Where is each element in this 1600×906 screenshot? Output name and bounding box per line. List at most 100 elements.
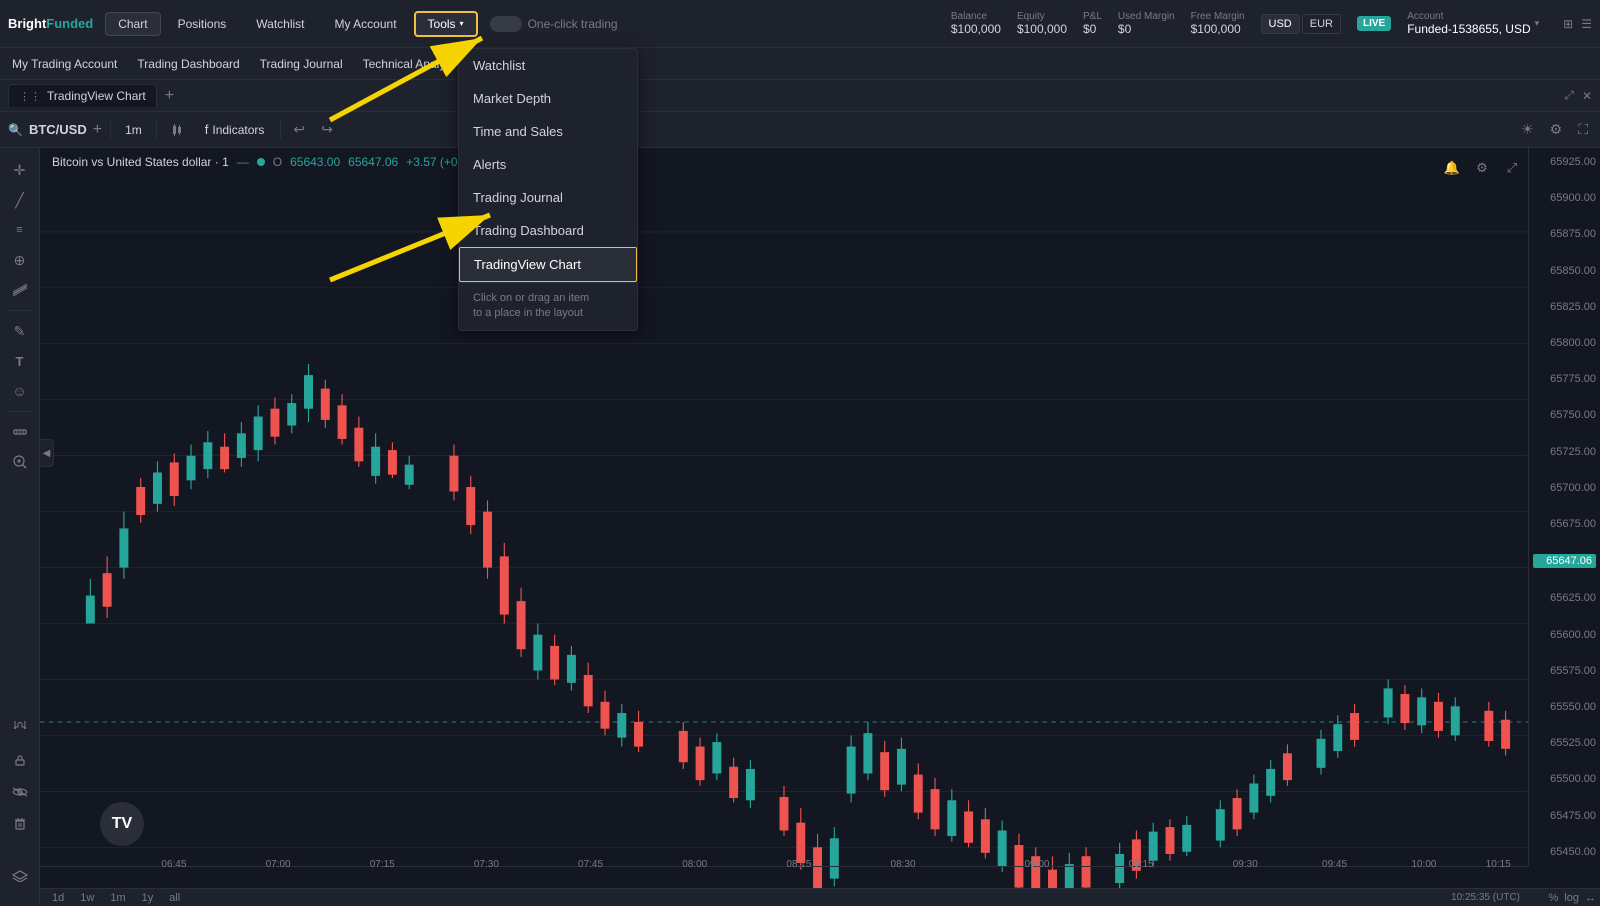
toolbar-divider-2: [156, 120, 157, 140]
expand-right-icon[interactable]: ⤢: [1500, 156, 1524, 180]
watchlist-nav-button[interactable]: Watchlist: [243, 12, 317, 36]
my-trading-account-link[interactable]: My Trading Account: [12, 57, 117, 71]
alert-icon[interactable]: ☀: [1517, 117, 1538, 142]
price-label: 65525.00: [1533, 737, 1596, 749]
tools-nav-button[interactable]: Tools ▾: [414, 11, 478, 37]
time-label-0700: 07:00: [266, 859, 291, 870]
grid-icon[interactable]: ⊞: [1563, 17, 1573, 31]
dropdown-watchlist[interactable]: Watchlist: [459, 49, 637, 82]
toolbar-right: ☀ ⚙ ⛶: [1517, 117, 1592, 142]
logo-text: BrightFunded: [8, 16, 93, 31]
period-1w-button[interactable]: 1w: [76, 891, 98, 905]
emoji-tool-icon[interactable]: ☺: [4, 377, 36, 405]
logo[interactable]: BrightFunded: [8, 16, 93, 31]
price-label: 65850.00: [1533, 265, 1596, 277]
trash-tool-icon[interactable]: [4, 810, 36, 838]
undo-icon[interactable]: ↩: [289, 117, 309, 142]
trading-dashboard-link[interactable]: Trading Dashboard: [137, 57, 239, 71]
time-label-0800: 08:00: [682, 859, 707, 870]
dropdown-trading-journal[interactable]: Trading Journal: [459, 181, 637, 214]
log-icon[interactable]: log: [1564, 892, 1579, 904]
dropdown-market-depth[interactable]: Market Depth: [459, 82, 637, 115]
horizontal-line-tool-icon[interactable]: ≡: [4, 216, 36, 244]
search-icon[interactable]: 🔍: [8, 123, 23, 137]
price-label: 65700.00: [1533, 482, 1596, 494]
settings-right-icon[interactable]: ⚙: [1470, 156, 1494, 180]
chart-nav-button[interactable]: Chart: [105, 12, 160, 36]
dropdown-alerts[interactable]: Alerts: [459, 148, 637, 181]
channel-tool-icon[interactable]: [4, 276, 36, 304]
positions-nav-button[interactable]: Positions: [165, 12, 240, 36]
free-margin-stat: Free Margin $100,000: [1191, 11, 1245, 36]
candle-type-icon[interactable]: [165, 118, 189, 142]
hamburger-icon[interactable]: ☰: [1581, 17, 1592, 31]
symbol-label[interactable]: BTC/USD: [29, 122, 87, 137]
lock-tool-icon[interactable]: [4, 746, 36, 774]
dropdown-trading-dashboard[interactable]: Trading Dashboard: [459, 214, 637, 247]
trading-journal-link[interactable]: Trading Journal: [260, 57, 343, 71]
magnet-tool-icon[interactable]: [4, 714, 36, 742]
time-label-0815: 08:15: [786, 859, 811, 870]
chart-tab-bar: ⋮⋮ TradingView Chart + ⤢ ✕: [0, 80, 1600, 112]
price-label: 65775.00: [1533, 373, 1596, 385]
scroll-icon[interactable]: ↔: [1585, 892, 1596, 904]
price-label: 65800.00: [1533, 337, 1596, 349]
period-all-button[interactable]: all: [165, 891, 184, 905]
technical-analysis-link[interactable]: Technical Analy...: [363, 57, 455, 71]
one-click-trading-section: One-click trading: [490, 16, 618, 32]
period-1m-button[interactable]: 1m: [106, 891, 129, 905]
fullscreen-icon[interactable]: ⛶: [1574, 117, 1592, 142]
one-click-toggle[interactable]: [490, 16, 522, 32]
account-caret-icon: ▾: [1535, 18, 1540, 29]
add-tab-button[interactable]: +: [165, 88, 174, 104]
account-id: Funded-1538655, USD: [1407, 22, 1530, 36]
secondary-navigation: My Trading Account Trading Dashboard Tra…: [0, 48, 1600, 80]
price-label: 65575.00: [1533, 665, 1596, 677]
settings-icon[interactable]: ⚙: [1546, 117, 1567, 142]
price-label: 65875.00: [1533, 228, 1596, 240]
crosshair-tool-icon[interactable]: ⊕: [4, 246, 36, 274]
period-1d-button[interactable]: 1d: [48, 891, 68, 905]
currency-buttons: USD EUR: [1261, 14, 1341, 34]
candlestick-chart: [40, 176, 1528, 906]
zoom-in-tool-icon[interactable]: [4, 448, 36, 476]
time-label-0945: 09:45: [1322, 859, 1347, 870]
percent-icon[interactable]: %: [1549, 892, 1559, 904]
account-dropdown[interactable]: Account Funded-1538655, USD ▾: [1407, 11, 1539, 36]
account-label: Account: [1407, 11, 1443, 22]
close-tab-icon[interactable]: ✕: [1582, 89, 1592, 103]
draw-line-tool-icon[interactable]: ╱: [4, 186, 36, 214]
pl-stat: P&L $0: [1083, 11, 1102, 36]
equity-stat: Equity $100,000: [1017, 11, 1067, 36]
layers-tool-icon[interactable]: [4, 862, 36, 890]
eye-tool-icon[interactable]: [4, 778, 36, 806]
pencil-tool-icon[interactable]: ✎: [4, 317, 36, 345]
usd-button[interactable]: USD: [1261, 14, 1300, 34]
redo-icon[interactable]: ↪: [317, 117, 337, 142]
price-label: 65550.00: [1533, 701, 1596, 713]
period-1y-button[interactable]: 1y: [138, 891, 158, 905]
indicators-button[interactable]: f Indicators: [197, 119, 273, 140]
toolbar-divider-1: [110, 120, 111, 140]
timeframe-button[interactable]: 1m: [119, 121, 148, 139]
dropdown-time-and-sales[interactable]: Time and Sales: [459, 115, 637, 148]
add-symbol-icon[interactable]: +: [93, 121, 102, 139]
my-account-nav-button[interactable]: My Account: [322, 12, 410, 36]
chart-timestamp: 10:25:35 (UTC): [1451, 892, 1520, 903]
tab-grid-icon: ⋮⋮: [19, 90, 41, 103]
cursor-tool-icon[interactable]: ✛: [4, 156, 36, 184]
price-label: 65500.00: [1533, 773, 1596, 785]
chart-toolbar: 🔍 BTC/USD + 1m f Indicators ↩ ↪ ☀ ⚙ ⛶: [0, 112, 1600, 148]
collapse-sidebar-button[interactable]: ◀: [40, 439, 54, 467]
time-label-0930: 09:30: [1233, 859, 1258, 870]
price-label: 65825.00: [1533, 301, 1596, 313]
one-click-label: One-click trading: [528, 17, 618, 31]
measure-tool-icon[interactable]: [4, 418, 36, 446]
expand-tab-icon[interactable]: ⤢: [1564, 88, 1574, 103]
main-layout: ✛ ╱ ≡ ⊕ ✎ T ☺: [0, 148, 1600, 906]
eur-button[interactable]: EUR: [1302, 14, 1341, 34]
alert-right-icon[interactable]: 🔔: [1440, 156, 1464, 180]
tradingview-chart-tab[interactable]: ⋮⋮ TradingView Chart: [8, 84, 157, 107]
dropdown-tradingview-chart[interactable]: TradingView Chart: [459, 247, 637, 282]
text-tool-icon[interactable]: T: [4, 347, 36, 375]
